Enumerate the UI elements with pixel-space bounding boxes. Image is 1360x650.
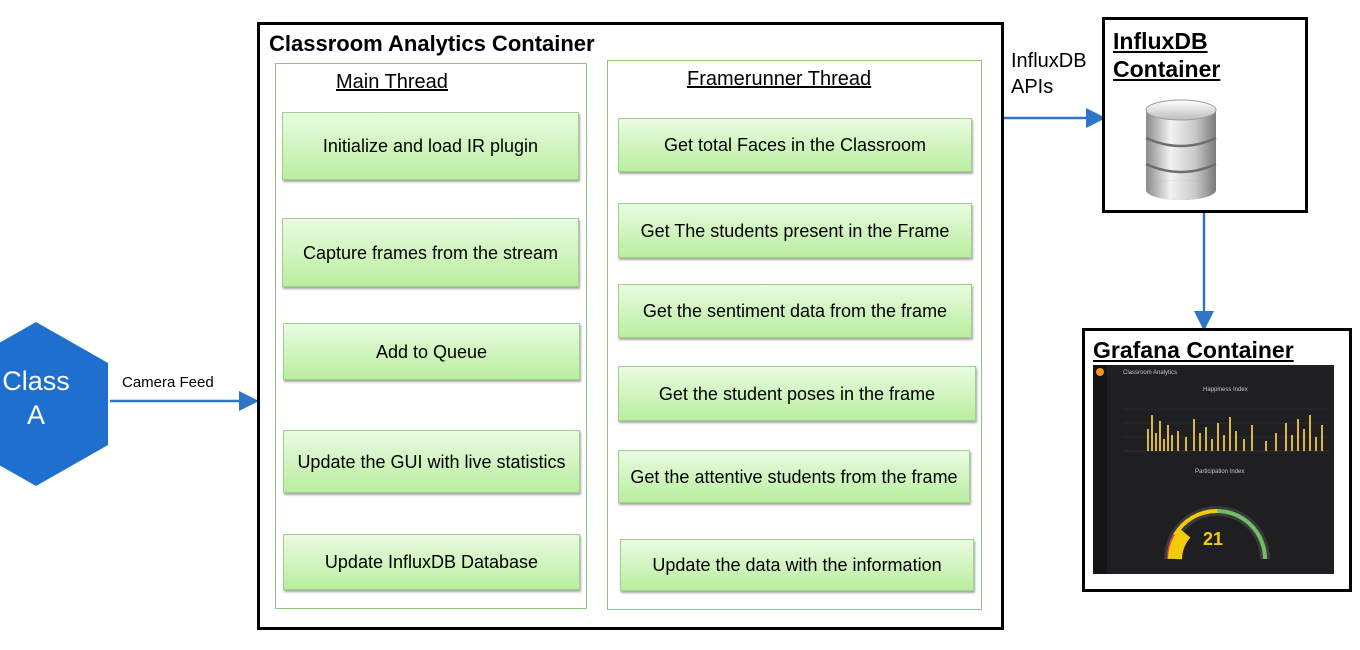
grafana-container-title: Grafana Container [1093, 337, 1294, 363]
participation-gauge [1164, 506, 1270, 560]
influx-title-line2: Container [1113, 56, 1221, 82]
framerunner-step: Get The students present in the Frame [618, 203, 972, 258]
analytics-container-title: Classroom Analytics Container [269, 31, 595, 56]
grafana-dashboard-name: Classroom Analytics [1123, 370, 1178, 376]
influx-apis-line2: APIs [1011, 76, 1054, 98]
class-label-line1: Class [2, 366, 70, 396]
framerunner-step: Get the student poses in the frame [618, 366, 976, 421]
main-step: Initialize and load IR plugin [282, 112, 579, 180]
framerunner-step: Update the data with the information [620, 539, 974, 591]
influx-title-line1: InfluxDB [1113, 28, 1208, 54]
main-step: Capture frames from the stream [282, 218, 579, 287]
framerunner-thread-title: Framerunner Thread [687, 68, 872, 90]
framerunner-step: Get total Faces in the Classroom [618, 118, 972, 172]
class-label-line2: A [26, 400, 45, 430]
camera-feed-label: Camera Feed [122, 374, 214, 391]
main-step: Add to Queue [283, 323, 580, 380]
grafana-panel2-title: Participation Index [1195, 469, 1245, 475]
influx-container-title: InfluxDB Container [1113, 27, 1220, 83]
grafana-panel1-title: Happiness Index [1203, 387, 1248, 393]
grafana-dashboard-screenshot: Classroom Analytics Happiness Index Part… [1093, 365, 1334, 574]
main-step: Update the GUI with live statistics [283, 430, 580, 493]
grafana-sidebar [1093, 365, 1107, 574]
main-thread-title: Main Thread [336, 71, 448, 93]
gauge-value: 21 [1203, 529, 1224, 549]
class-label: Class A [0, 364, 72, 432]
influx-apis-line1: InfluxDB [1011, 50, 1087, 72]
framerunner-step: Get the sentiment data from the frame [618, 284, 972, 338]
main-step: Update InfluxDB Database [283, 534, 580, 590]
grafana-logo-icon [1096, 368, 1104, 376]
database-icon [1145, 99, 1217, 200]
framerunner-step: Get the attentive students from the fram… [618, 450, 970, 503]
influx-apis-label: InfluxDB APIs [1011, 48, 1087, 100]
happiness-index-chart [1123, 408, 1329, 452]
